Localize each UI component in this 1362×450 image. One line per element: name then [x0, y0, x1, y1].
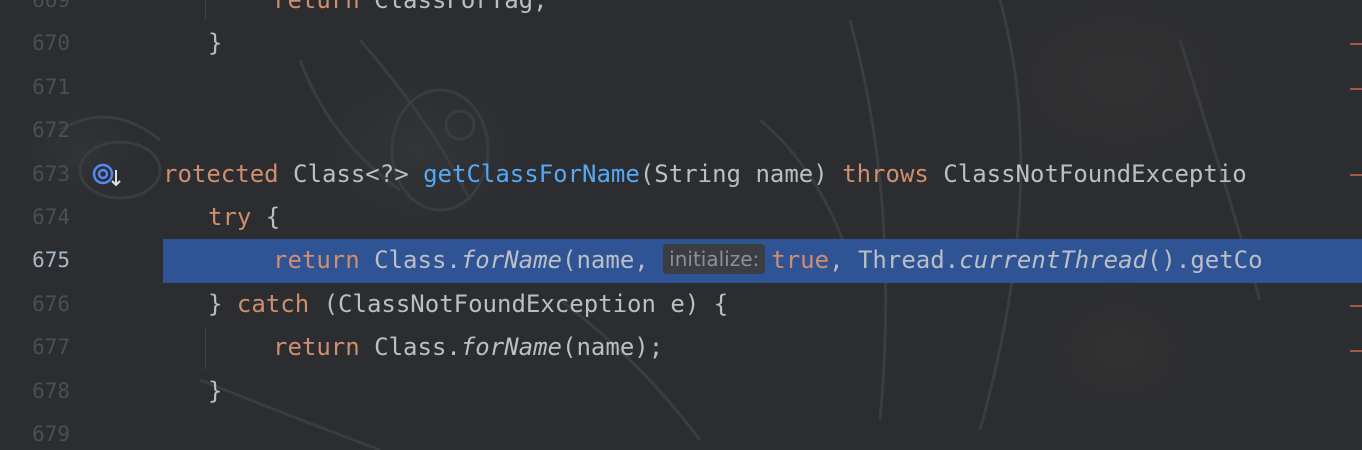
line-number: 674 — [32, 205, 70, 229]
code-text: Class. — [359, 246, 461, 275]
code-line-677[interactable]: return Class.forName(name); — [163, 326, 1362, 369]
code-text: (name, — [562, 246, 664, 275]
keyword: rotected — [163, 159, 279, 188]
line-number: 671 — [32, 74, 70, 99]
code-line-675-selected[interactable]: return Class.forName(name, initialize: tr… — [163, 239, 1362, 283]
line-number: 669 — [32, 0, 70, 12]
line-number: 678 — [32, 378, 70, 403]
keyword: catch — [236, 289, 310, 318]
line-number: 679 — [32, 422, 70, 446]
code-text: Class<?> — [278, 159, 424, 188]
code-line-676[interactable]: } catch (ClassNotFoundException e) { — [163, 283, 1362, 326]
change-marker[interactable] — [1350, 305, 1362, 307]
code-line-669[interactable]: return ClassForTag; — [163, 0, 1362, 22]
code-text: } — [208, 376, 223, 405]
code-text: , Thread. — [829, 246, 960, 275]
method-call: forName — [460, 246, 563, 275]
change-marker[interactable] — [1350, 88, 1362, 90]
code-text: (name); — [562, 333, 664, 362]
code-text: } — [208, 289, 237, 318]
line-number: 673 — [32, 161, 70, 186]
current-line-number: 675 — [32, 248, 70, 273]
keyword: try — [208, 203, 252, 231]
code-text: ().getCo — [1146, 246, 1263, 275]
code-text: { — [251, 203, 281, 231]
keyword: true — [771, 246, 830, 275]
line-number: 670 — [32, 31, 70, 56]
code-text: (String name) — [639, 159, 843, 188]
code-text: (ClassNotFoundException e) { — [309, 289, 729, 318]
method-call: forName — [460, 333, 563, 362]
code-text: } — [208, 29, 223, 58]
change-marker[interactable] — [1350, 43, 1362, 45]
code-line-673[interactable]: rotected Class<?> getClassForName(String… — [163, 153, 1362, 196]
code-line-678[interactable]: } — [163, 370, 1362, 413]
method-name: getClassForName — [423, 159, 640, 188]
keyword: return — [273, 333, 360, 362]
line-number: 676 — [32, 291, 70, 316]
code-line-674[interactable]: try { — [163, 196, 1362, 239]
code-line-670[interactable]: } — [163, 22, 1362, 65]
keyword: return — [273, 0, 360, 14]
code-editor[interactable]: 669 670 671 672 673 674 675 676 677 678 … — [0, 0, 1362, 450]
parameter-hint: initialize: — [663, 244, 766, 275]
change-marker[interactable] — [1350, 350, 1362, 352]
code-text: Class. — [359, 333, 461, 362]
line-number: 672 — [32, 118, 70, 143]
code-text: ClassNotFoundExceptio — [928, 159, 1247, 188]
implements-method-icon[interactable] — [92, 160, 124, 190]
keyword: return — [273, 246, 360, 275]
method-call: currentThread — [959, 246, 1147, 275]
code-text: ClassForTag; — [359, 0, 548, 14]
change-marker[interactable] — [1350, 174, 1362, 176]
line-number: 677 — [32, 335, 70, 360]
keyword: throws — [842, 159, 929, 188]
